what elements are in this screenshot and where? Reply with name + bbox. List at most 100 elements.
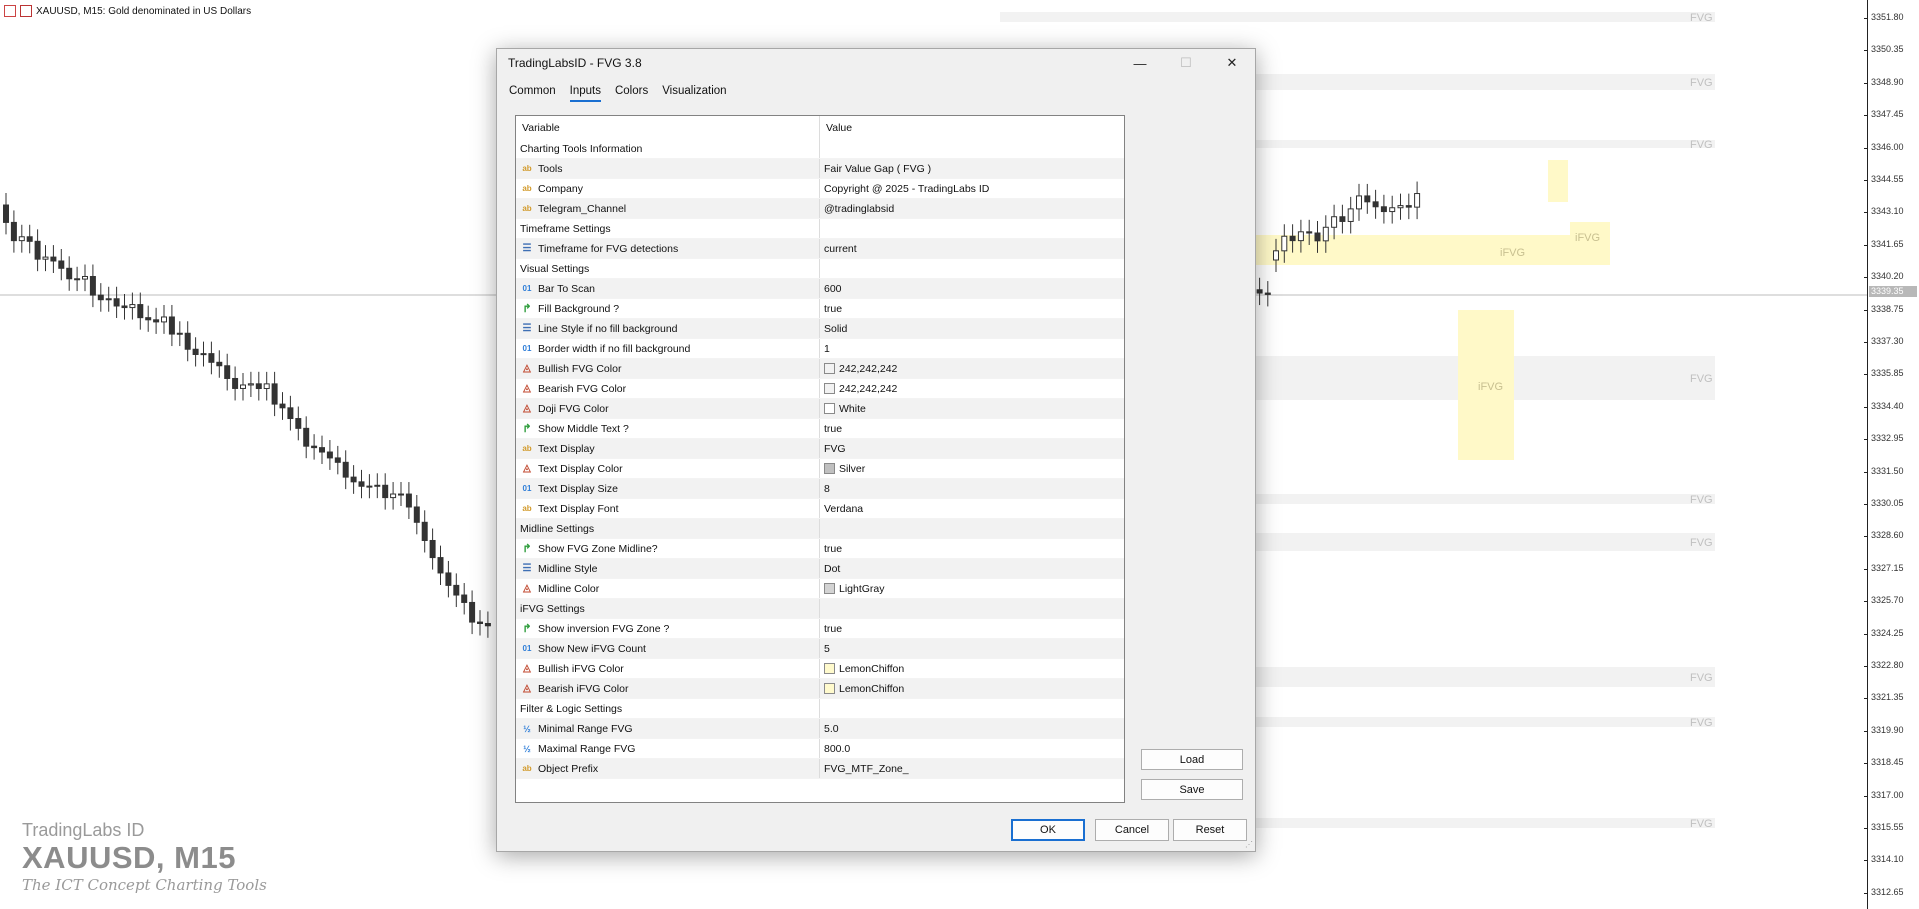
input-row[interactable]: ab Text Display Font Verdana: [516, 499, 1124, 519]
tab-visualization[interactable]: Visualization: [662, 85, 726, 102]
value-text: LemonChiffon: [839, 682, 905, 695]
input-row[interactable]: 01 Border width if no fill background 1: [516, 339, 1124, 359]
value-cell[interactable]: LemonChiffon: [820, 659, 1124, 678]
close-button[interactable]: ✕: [1209, 49, 1255, 77]
candle-body: [366, 485, 373, 488]
input-row[interactable]: ab Object Prefix FVG_MTF_Zone_: [516, 759, 1124, 779]
input-row[interactable]: ab Telegram_Channel @tradinglabsid: [516, 199, 1124, 219]
input-row[interactable]: ↱ Fill Background ? true: [516, 299, 1124, 319]
candle-body: [477, 621, 483, 624]
tab-inputs[interactable]: Inputs: [569, 85, 601, 102]
input-row[interactable]: 01 Bar To Scan 600: [516, 279, 1124, 299]
color-swatch[interactable]: [824, 583, 835, 594]
input-row[interactable]: ☰ Line Style if no fill background Solid: [516, 319, 1124, 339]
value-cell[interactable]: 5.0: [820, 719, 1124, 738]
tab-common[interactable]: Common: [509, 85, 556, 102]
variable-name: Text Display Color: [538, 462, 623, 475]
variable-name: Bearish FVG Color: [538, 382, 627, 395]
save-button[interactable]: Save: [1141, 779, 1243, 800]
input-row[interactable]: ↱ Show Middle Text ? true: [516, 419, 1124, 439]
input-row[interactable]: ab Company Copyright @ 2025 - TradingLabs …: [516, 179, 1124, 199]
bool-type-icon: ↱: [522, 623, 532, 635]
inputs-grid[interactable]: Variable Value Charting Tools Informatio…: [515, 115, 1125, 803]
value-cell[interactable]: Copyright @ 2025 - TradingLabs ID: [820, 179, 1124, 198]
value-column-header[interactable]: Value: [820, 116, 1124, 139]
variable-name: Bullish FVG Color: [538, 362, 622, 375]
load-button[interactable]: Load: [1141, 749, 1243, 770]
value-cell[interactable]: 1: [820, 339, 1124, 358]
input-row[interactable]: ◬ Text Display Color Silver: [516, 459, 1124, 479]
value-cell[interactable]: Silver: [820, 459, 1124, 478]
value-cell[interactable]: LightGray: [820, 579, 1124, 598]
input-row[interactable]: ½ Minimal Range FVG 5.0: [516, 719, 1124, 739]
input-row[interactable]: ◬ Midline Color LightGray: [516, 579, 1124, 599]
input-row[interactable]: ◬ Bearish iFVG Color LemonChiffon: [516, 679, 1124, 699]
value-cell[interactable]: LemonChiffon: [820, 679, 1124, 698]
grid-rows: Charting Tools Information ab Tools Fair Va…: [516, 139, 1124, 779]
input-row[interactable]: 01 Text Display Size 8: [516, 479, 1124, 499]
color-swatch[interactable]: [824, 403, 835, 414]
price-label: 3315.55: [1871, 822, 1904, 832]
value-cell[interactable]: current: [820, 239, 1124, 258]
reset-button[interactable]: Reset: [1173, 819, 1247, 841]
value-cell[interactable]: 242,242,242: [820, 379, 1124, 398]
tab-colors[interactable]: Colors: [615, 85, 648, 102]
value-cell[interactable]: true: [820, 299, 1124, 318]
variable-cell: ↱ Show Middle Text ?: [516, 419, 820, 438]
value-cell[interactable]: Fair Value Gap ( FVG ): [820, 159, 1124, 178]
price-label: 3337.30: [1871, 336, 1904, 346]
input-row[interactable]: ½ Maximal Range FVG 800.0: [516, 739, 1124, 759]
variable-column-header[interactable]: Variable: [516, 116, 820, 139]
color-swatch[interactable]: [824, 683, 835, 694]
value-cell[interactable]: 800.0: [820, 739, 1124, 758]
value-cell[interactable]: White: [820, 399, 1124, 418]
value-cell[interactable]: 5: [820, 639, 1124, 658]
chart-menu-icon[interactable]: [4, 5, 16, 17]
input-row[interactable]: ab Tools Fair Value Gap ( FVG ): [516, 159, 1124, 179]
price-axis[interactable]: 3339.35 3351.80 3350.35 3348.90 3347.45 3346…: [1864, 0, 1919, 909]
value-cell[interactable]: FVG: [820, 439, 1124, 458]
color-swatch[interactable]: [824, 383, 835, 394]
input-row[interactable]: ◬ Bullish FVG Color 242,242,242: [516, 359, 1124, 379]
value-cell[interactable]: 242,242,242: [820, 359, 1124, 378]
value-cell[interactable]: true: [820, 619, 1124, 638]
value-cell[interactable]: @tradinglabsid: [820, 199, 1124, 218]
color-swatch[interactable]: [824, 363, 835, 374]
value-cell[interactable]: true: [820, 539, 1124, 558]
input-row[interactable]: ◬ Doji FVG Color White: [516, 399, 1124, 419]
variable-name: Bearish iFVG Color: [538, 682, 629, 695]
variable-name: Charting Tools Information: [520, 142, 643, 155]
price-label: 3348.90: [1871, 76, 1904, 87]
value-cell[interactable]: Dot: [820, 559, 1124, 578]
value-cell[interactable]: true: [820, 419, 1124, 438]
input-row[interactable]: ↱ Show FVG Zone Midline? true: [516, 539, 1124, 559]
resize-grip-icon[interactable]: ⋰: [1245, 841, 1253, 849]
color-swatch[interactable]: [824, 463, 835, 474]
minimize-icon: —: [1133, 55, 1147, 71]
watermark-tagline: The ICT Concept Charting Tools: [22, 876, 267, 894]
candle-body: [161, 316, 167, 323]
value-cell[interactable]: FVG_MTF_Zone_: [820, 759, 1124, 778]
color-swatch[interactable]: [824, 663, 835, 674]
value-cell[interactable]: 8: [820, 479, 1124, 498]
candle-body: [1405, 205, 1412, 208]
input-row[interactable]: ◬ Bullish iFVG Color LemonChiffon: [516, 659, 1124, 679]
variable-name: Filter & Logic Settings: [520, 702, 623, 715]
input-row[interactable]: ☰ Timeframe for FVG detections current: [516, 239, 1124, 259]
input-row[interactable]: ◬ Bearish FVG Color 242,242,242: [516, 379, 1124, 399]
value-cell[interactable]: Verdana: [820, 499, 1124, 518]
input-row[interactable]: ab Text Display FVG: [516, 439, 1124, 459]
minimize-button[interactable]: —: [1117, 49, 1163, 77]
variable-name: Object Prefix: [538, 762, 599, 775]
input-row[interactable]: ☰ Midline Style Dot: [516, 559, 1124, 579]
input-row[interactable]: ↱ Show inversion FVG Zone ? true: [516, 619, 1124, 639]
cancel-button[interactable]: Cancel: [1095, 819, 1169, 841]
candle-body: [484, 622, 491, 627]
variable-name: Text Display: [538, 442, 595, 455]
input-row[interactable]: 01 Show New iFVG Count 5: [516, 639, 1124, 659]
indicator-list-icon[interactable]: [20, 5, 32, 17]
value-cell[interactable]: Solid: [820, 319, 1124, 338]
ok-button[interactable]: OK: [1011, 819, 1085, 841]
value-cell[interactable]: 600: [820, 279, 1124, 298]
variable-name: iFVG Settings: [520, 602, 585, 615]
